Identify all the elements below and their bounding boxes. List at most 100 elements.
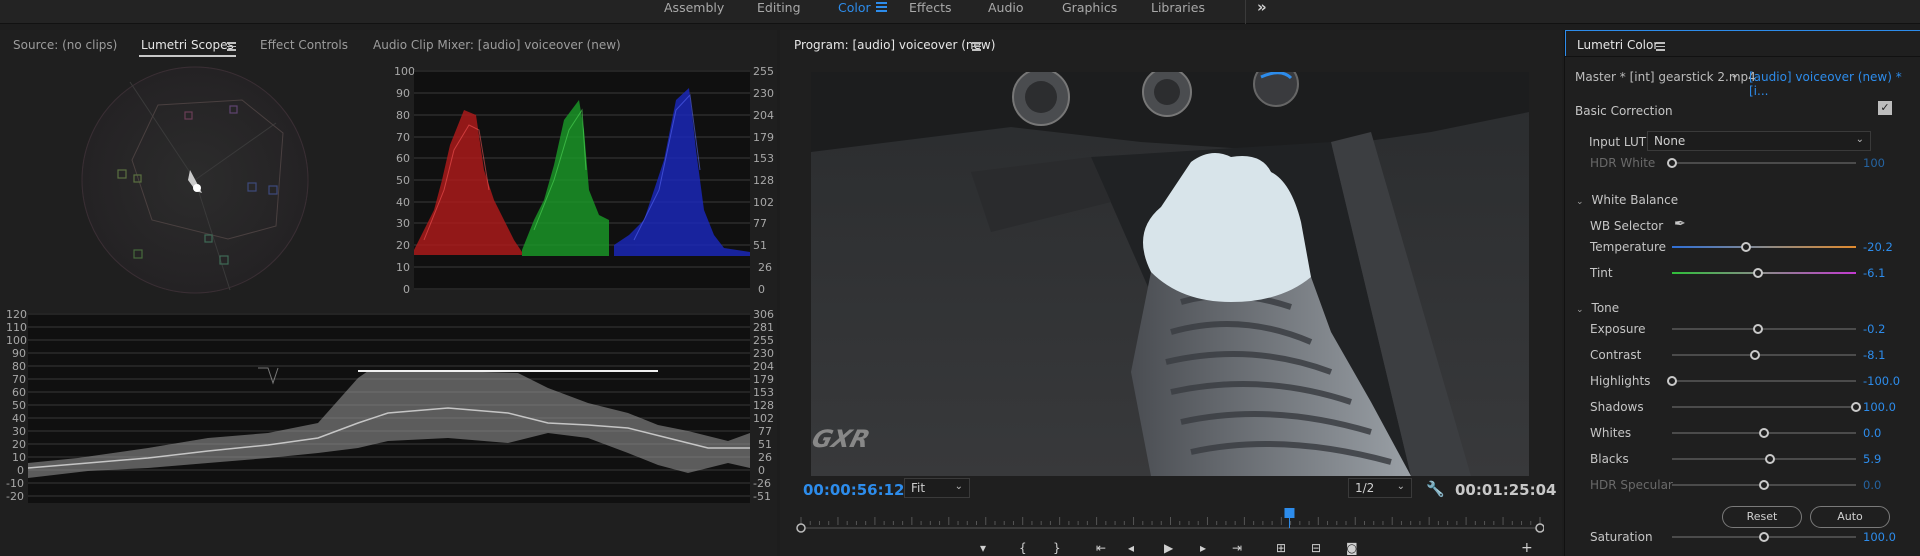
waveform-left-tick: 120 [6,308,27,321]
shadows-slider-track[interactable] [1672,406,1856,408]
exposure-value[interactable]: -0.2 [1863,322,1885,336]
go-to-out-icon[interactable]: ⇥ [1232,542,1242,554]
hdr-white-slider-track[interactable] [1672,162,1856,164]
playhead[interactable] [1284,508,1295,528]
program-menu-icon[interactable] [972,42,981,51]
out-handle[interactable] [1535,523,1544,533]
tab-effect-controls[interactable]: Effect Controls [260,38,348,52]
chevron-down-icon[interactable]: ⌄ [1730,68,1739,81]
waveform-right-tick: -51 [753,490,771,503]
eyedropper-icon[interactable]: ✒ [1674,216,1686,232]
hdr-specular-slider-thumb[interactable] [1759,480,1769,490]
contrast-slider-thumb[interactable] [1749,350,1760,360]
waveform-left-tick: 60 [12,386,26,399]
waveform-right-tick: 128 [753,399,774,412]
workspace-graphics[interactable]: Graphics [1062,0,1117,15]
auto-button[interactable]: Auto [1810,506,1890,528]
tab-lumetri-scopes[interactable]: Lumetri Scopes [141,38,234,52]
workspace-assembly[interactable]: Assembly [664,0,724,15]
workspace-effects[interactable]: Effects [909,0,952,15]
workspace-audio[interactable]: Audio [988,0,1024,15]
workspace-editing[interactable]: Editing [757,0,801,15]
parade-left-tick: 30 [396,217,410,230]
contrast-slider-track[interactable] [1672,354,1856,356]
highlights-value[interactable]: -100.0 [1863,374,1900,388]
exposure-slider-track[interactable] [1672,328,1856,330]
shadows-slider-thumb[interactable] [1851,402,1861,412]
basic-correction-checkbox[interactable]: ✓ [1878,101,1892,115]
temperature-value[interactable]: -20.2 [1863,240,1893,254]
hdr-specular-value[interactable]: 0.0 [1863,478,1881,492]
lumetri-menu-icon[interactable] [1656,42,1665,51]
playback-resolution-value: 1/2 [1355,481,1375,495]
waveform-right-tick: 0 [758,464,765,477]
waveform-right-tick: -26 [753,477,771,490]
lift-icon[interactable]: ⊞ [1276,542,1286,554]
current-timecode[interactable]: 00:00:56:12 [803,481,905,499]
highlights-slider-thumb[interactable] [1667,376,1677,386]
reset-button[interactable]: Reset [1722,506,1802,528]
duration-timecode: 00:01:25:04 [1455,481,1557,499]
tint-label: Tint [1590,266,1613,280]
tone-section[interactable]: ⌄ Tone [1576,301,1619,315]
blacks-value[interactable]: 5.9 [1863,452,1881,466]
sequence-clip-selector[interactable]: [audio] voiceover (new) * [i... [1749,70,1920,98]
parade-left-tick: 20 [396,239,410,252]
lumetri-color-title[interactable]: Lumetri Color [1577,38,1658,52]
saturation-value[interactable]: 100.0 [1863,530,1896,544]
highlights-slider-track[interactable] [1672,380,1856,382]
hdr-white-slider-thumb[interactable] [1667,158,1677,168]
button-editor-icon[interactable]: + [1521,541,1533,555]
add-marker-icon[interactable]: ▾ [980,542,986,554]
exposure-label: Exposure [1590,322,1646,336]
playback-resolution-dropdown[interactable]: 1/2 ⌄ [1348,478,1412,498]
temperature-label: Temperature [1590,240,1667,254]
blacks-slider-thumb[interactable] [1764,454,1775,464]
active-tab-indicator [139,55,236,57]
workspace-libraries[interactable]: Libraries [1151,0,1205,15]
wrench-icon[interactable]: 🔧 [1426,480,1445,498]
program-monitor-title[interactable]: Program: [audio] voiceover (new) [794,38,995,52]
chevron-down-icon: ⌄ [954,481,963,492]
waveform-right-tick: 179 [753,373,774,386]
shadows-value[interactable]: 100.0 [1863,400,1896,414]
tint-value[interactable]: -6.1 [1863,266,1885,280]
basic-correction-header[interactable]: Basic Correction [1575,104,1673,118]
go-to-in-icon[interactable]: ⇤ [1096,542,1106,554]
waveform-left-tick: 100 [6,334,27,347]
play-icon[interactable]: ▶ [1164,542,1173,554]
zoom-fit-value: Fit [911,481,926,495]
tint-slider-track[interactable] [1672,272,1856,274]
in-handle[interactable] [796,523,806,533]
mark-in-icon[interactable]: { [1019,542,1027,554]
waveform-right-tick: 204 [753,360,774,373]
zoom-fit-dropdown[interactable]: Fit ⌄ [904,478,970,498]
export-frame-icon[interactable]: ◙ [1346,542,1358,554]
workspace-color[interactable]: Color [838,0,871,15]
input-lut-dropdown[interactable]: None ⌄ [1647,131,1871,151]
waveform-left-tick: 30 [12,425,26,438]
saturation-slider-thumb[interactable] [1759,532,1769,542]
tab-source[interactable]: Source: (no clips) [13,38,117,52]
scopes-menu-icon[interactable] [227,42,236,51]
workspace-menu-icon[interactable] [876,2,887,12]
mark-out-icon[interactable]: } [1053,542,1061,554]
extract-icon[interactable]: ⊟ [1311,542,1321,554]
program-timeline-ruler[interactable] [796,506,1544,536]
temperature-slider-track[interactable] [1672,246,1856,248]
program-video-frame: GXR [811,72,1529,476]
workspace-overflow-icon[interactable]: » [1257,0,1267,16]
step-back-icon[interactable]: ◂ [1128,542,1134,554]
step-forward-icon[interactable]: ▸ [1200,542,1206,554]
parade-right-tick: 179 [753,131,774,144]
whites-slider-thumb[interactable] [1759,428,1769,438]
temperature-slider-thumb[interactable] [1740,242,1751,252]
contrast-value[interactable]: -8.1 [1863,348,1885,362]
waveform-left-tick: 0 [17,464,24,477]
hdr-white-value[interactable]: 100 [1863,156,1885,170]
whites-value[interactable]: 0.0 [1863,426,1881,440]
master-clip-selector[interactable]: Master * [int] gearstick 2.mp4 [1575,70,1756,84]
tab-audio-clip-mixer[interactable]: Audio Clip Mixer: [audio] voiceover (new… [373,38,621,52]
white-balance-section[interactable]: ⌄ White Balance [1576,193,1678,207]
parade-right-tick: 153 [753,152,774,165]
